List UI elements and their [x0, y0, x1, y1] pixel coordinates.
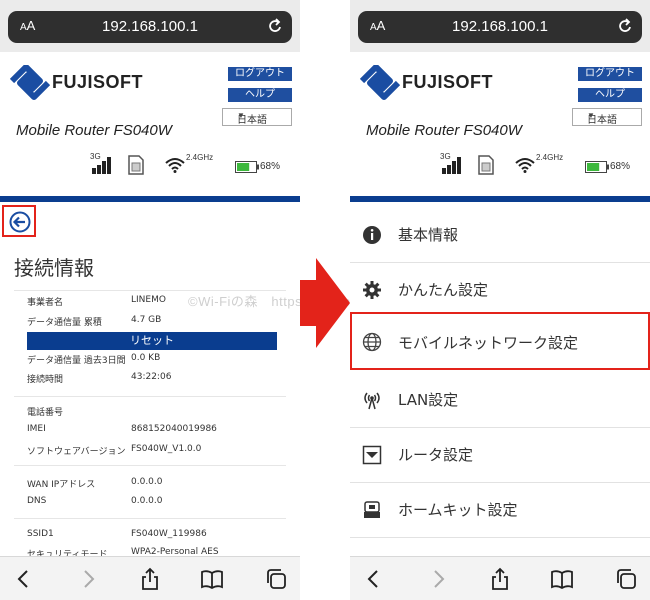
dropdown-arrow-icon: ▼ [237, 111, 245, 120]
info-row: IMEI 868152040019986 [27, 424, 217, 434]
battery-percent: 68% [260, 161, 281, 172]
tabs-icon[interactable] [614, 567, 638, 591]
battery-icon [235, 161, 259, 173]
battery-percent: 68% [610, 161, 631, 172]
info-icon [363, 226, 381, 244]
help-button[interactable]: ヘルプ [228, 88, 292, 102]
wifi-icon [515, 158, 535, 173]
menu-item-label: ホームキット設定 [398, 501, 518, 519]
page-title: 接続情報 [14, 256, 94, 280]
router-header: FUJISOFT ログアウト ヘルプ 日本語 ▼ Mobile Router FS… [0, 52, 300, 196]
router-header: FUJISOFT ログアウト ヘルプ 日本語 ▼ Mobile Router FS… [350, 52, 650, 196]
status-bar: 3G 2.4GHz 68% [350, 152, 650, 178]
share-icon[interactable] [138, 567, 162, 591]
back-nav-icon[interactable] [362, 567, 386, 591]
fujisoft-logo-icon [10, 65, 50, 100]
menu-item-router[interactable]: ルータ設定 [350, 428, 650, 483]
signal-icon [442, 157, 461, 174]
logout-button[interactable]: ログアウト [578, 67, 642, 81]
menu-item-lan[interactable]: LAN設定 [350, 373, 650, 428]
right-phone-screen: AA 192.168.100.1 FUJISOFT ログアウト ヘルプ 日本語 ▼… [350, 0, 650, 600]
back-button[interactable] [2, 205, 36, 237]
model-name: Mobile Router FS040W [366, 122, 522, 139]
menu-item-label: かんたん設定 [398, 281, 489, 299]
menu-item-label: ルータ設定 [398, 446, 474, 464]
url-bar[interactable]: AA 192.168.100.1 [8, 11, 292, 43]
logout-button[interactable]: ログアウト [228, 67, 292, 81]
globe-icon [362, 332, 382, 352]
browser-toolbar [0, 556, 300, 600]
menu-item-label: モバイルネットワーク設定 [398, 334, 579, 352]
divider [14, 465, 286, 466]
menu-item-mobile-network[interactable]: モバイルネットワーク設定 [350, 312, 650, 370]
help-button[interactable]: ヘルプ [578, 88, 642, 102]
language-select[interactable]: 日本語 ▼ [222, 108, 292, 126]
model-name: Mobile Router FS040W [16, 122, 172, 139]
status-bar: 3G 2.4GHz 68% [0, 152, 300, 178]
back-arrow-icon [9, 211, 31, 233]
divider [14, 396, 286, 397]
info-row: ソフトウェアバージョン FS040W_V1.0.0 [27, 444, 202, 457]
dropdown-arrow-icon: ▼ [587, 111, 595, 120]
brand-name: FUJISOFT [402, 72, 494, 92]
settings-menu: 基本情報 かんたん設定 モバイルネットワーク設定 LAN設定 ルータ設定 ホーム… [350, 202, 650, 556]
reload-icon[interactable] [616, 16, 634, 36]
battery-icon [585, 161, 609, 173]
sim-icon [128, 155, 144, 175]
gear-icon [363, 281, 381, 299]
signal-icon [92, 157, 111, 174]
back-nav-icon[interactable] [12, 567, 36, 591]
wifi-band: 2.4GHz [186, 153, 214, 162]
reload-icon[interactable] [266, 16, 284, 36]
info-row: 接続時間 43:22:06 [27, 372, 172, 385]
tabs-icon[interactable] [264, 567, 288, 591]
info-row: 電話番号 [27, 408, 64, 418]
browser-address-area: AA 192.168.100.1 [350, 0, 650, 52]
reset-button[interactable]: リセット [27, 332, 277, 350]
browser-toolbar [350, 556, 650, 600]
info-row: データ通信量 累積 4.7 GB [27, 315, 162, 328]
bookmarks-icon[interactable] [550, 567, 574, 591]
fujisoft-logo-icon [360, 65, 400, 100]
info-row: SSID1 FS040W_119986 [27, 529, 207, 539]
menu-item-label: LAN設定 [398, 391, 459, 409]
homekit-icon [364, 501, 380, 518]
url-bar[interactable]: AA 192.168.100.1 [358, 11, 642, 43]
connection-info-page: 接続情報 事業者名 LINEMO データ通信量 累積 4.7 GB リセット データ… [0, 202, 300, 556]
info-row: WAN IPアドレス 0.0.0.0 [27, 477, 163, 490]
divider [14, 518, 286, 519]
menu-item-homekit[interactable]: ホームキット設定 [350, 483, 650, 538]
flow-arrow-icon [300, 258, 350, 348]
url-text: 192.168.100.1 [102, 18, 198, 35]
router-icon [362, 445, 382, 465]
menu-item-easy-setup[interactable]: かんたん設定 [350, 263, 650, 318]
info-row: セキュリティモード WPA2-Personal AES [27, 547, 219, 556]
info-row: DNS 0.0.0.0 [27, 496, 163, 506]
forward-nav-icon[interactable] [426, 567, 450, 591]
antenna-icon [364, 392, 380, 410]
menu-item-label: 基本情報 [398, 226, 459, 244]
info-row: データ通信量 過去3日間 0.0 KB [27, 353, 161, 366]
browser-address-area: AA 192.168.100.1 [0, 0, 300, 52]
share-icon[interactable] [488, 567, 512, 591]
wifi-icon [165, 158, 185, 173]
menu-item-basic-info[interactable]: 基本情報 [350, 208, 650, 263]
brand-name: FUJISOFT [52, 72, 144, 92]
forward-nav-icon[interactable] [76, 567, 100, 591]
url-text: 192.168.100.1 [452, 18, 548, 35]
wifi-band: 2.4GHz [536, 153, 564, 162]
bookmarks-icon[interactable] [200, 567, 224, 591]
sim-icon [478, 155, 494, 175]
language-select[interactable]: 日本語 ▼ [572, 108, 642, 126]
